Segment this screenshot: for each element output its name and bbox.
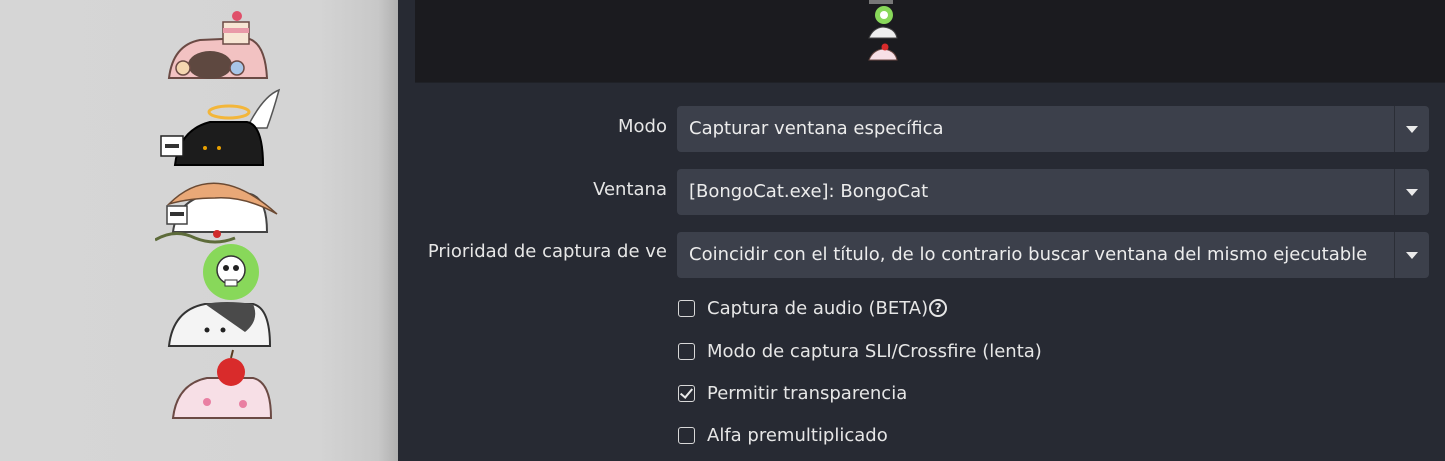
audio-capture-label: Captura de audio (BETA) <box>707 297 929 319</box>
premultiplied-alpha-checkbox[interactable] <box>678 426 695 444</box>
sli-capture-option[interactable]: Modo de captura SLI/Crossfire (lenta) <box>678 338 1042 364</box>
allow-transparency-checkbox[interactable] <box>678 384 695 402</box>
allow-transparency-option[interactable]: Permitir transparencia <box>678 380 907 406</box>
properties-panel: Modo Capturar ventana específica Ventana… <box>398 0 1445 461</box>
cake-cat-icon <box>167 11 269 79</box>
audio-capture-option[interactable]: Captura de audio (BETA) ? <box>678 295 948 321</box>
preview-stickers <box>868 0 898 61</box>
mode-select-value: Capturar ventana específica <box>689 118 944 139</box>
window-select[interactable]: [BongoCat.exe]: BongoCat <box>677 169 1429 215</box>
chevron-down-icon[interactable] <box>1394 232 1429 278</box>
green-skull-icon <box>203 244 259 300</box>
tuxedo-cat-icon <box>167 302 272 347</box>
window-label: Ventana <box>593 179 667 200</box>
angel-black-cat-icon <box>160 88 281 166</box>
sli-capture-label: Modo de captura SLI/Crossfire (lenta) <box>707 340 1042 362</box>
source-canvas <box>0 0 398 461</box>
audio-capture-checkbox[interactable] <box>678 299 695 317</box>
chevron-down-icon[interactable] <box>1394 169 1429 215</box>
priority-select[interactable]: Coincidir con el título, de lo contrario… <box>677 232 1429 278</box>
priority-label: Prioridad de captura de ve <box>427 241 667 262</box>
sli-capture-checkbox[interactable] <box>678 342 695 360</box>
chevron-down-icon[interactable] <box>1394 106 1429 152</box>
question-circle-icon[interactable]: ? <box>929 299 948 317</box>
premultiplied-alpha-option[interactable]: Alfa premultiplicado <box>678 422 888 448</box>
mode-select[interactable]: Capturar ventana específica <box>677 106 1429 152</box>
sticker-stack <box>155 11 281 419</box>
apple-pink-cat-icon <box>171 349 273 419</box>
priority-select-value: Coincidir con el título, de lo contrario… <box>689 244 1368 265</box>
mode-label: Modo <box>618 116 667 137</box>
allow-transparency-label: Permitir transparencia <box>707 382 908 404</box>
window-select-value: [BongoCat.exe]: BongoCat <box>689 181 929 202</box>
premultiplied-alpha-label: Alfa premultiplicado <box>707 424 888 446</box>
preview-area <box>415 0 1445 83</box>
hat-cat-icon <box>155 182 278 244</box>
